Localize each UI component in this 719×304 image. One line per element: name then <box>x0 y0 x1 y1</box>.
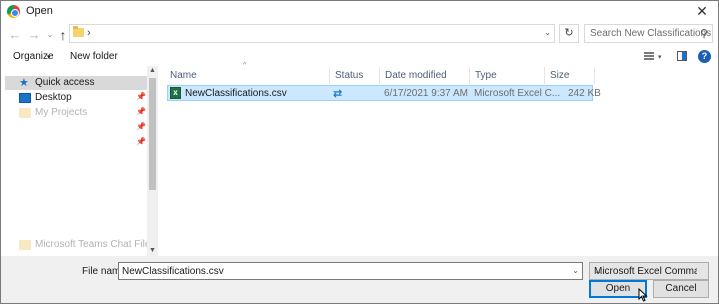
forward-arrow-icon[interactable]: → <box>26 27 42 43</box>
file-type-dropdown-chevron-icon[interactable]: ⌄ <box>594 266 697 277</box>
file-name-input[interactable] <box>119 263 559 279</box>
column-header-label: Date modified <box>385 70 447 81</box>
pin-icon[interactable]: 📌 <box>136 122 146 131</box>
size-cell: 242 KB <box>568 88 601 99</box>
change-view-icon[interactable] <box>644 52 654 60</box>
open-file-dialog: Open ✕ ← → ⌄ ↑ › ⌄ ↻ Search New Classifi… <box>0 0 719 304</box>
star-icon: ★ <box>19 77 29 89</box>
navigation-pane: ★ Quick access Desktop 📌 My Projects 📌 📌… <box>5 66 158 256</box>
view-options-arrow-icon[interactable]: ▾ <box>658 53 662 61</box>
window-title: Open <box>26 5 53 17</box>
column-header-date-modified[interactable]: Date modified <box>380 67 470 84</box>
column-header-label: Size <box>550 70 570 81</box>
close-button[interactable]: ✕ <box>692 2 712 20</box>
chrome-app-icon <box>7 5 20 18</box>
file-name-cell: NewClassifications.csv <box>185 88 287 99</box>
nav-item-label: Quick access <box>35 77 95 88</box>
search-icon: ⚲ <box>699 28 708 40</box>
sync-icon: ⇄ <box>333 88 343 100</box>
nav-pane-scrollbar[interactable]: ▲ ▼ <box>147 66 158 256</box>
scroll-up-arrow-icon[interactable]: ▲ <box>147 67 158 74</box>
nav-item-my-projects[interactable]: My Projects 📌 <box>5 106 147 120</box>
refresh-button[interactable]: ↻ <box>559 24 579 43</box>
folder-icon <box>19 108 31 118</box>
column-header-label: Name <box>170 70 197 81</box>
nav-item-label: My Projects <box>35 107 88 118</box>
folder-icon <box>73 26 84 37</box>
pin-icon[interactable]: 📌 <box>136 107 146 116</box>
back-arrow-icon[interactable]: ← <box>7 27 23 43</box>
nav-item-blank-2[interactable]: 📌 <box>5 136 147 150</box>
column-header-size[interactable]: Size <box>545 67 595 84</box>
breadcrumb-separator[interactable]: › <box>87 27 91 39</box>
help-icon[interactable]: ? <box>698 50 711 63</box>
column-header-status[interactable]: Status <box>330 67 380 84</box>
nav-item-label: Desktop <box>35 92 72 103</box>
nav-item-quick-access[interactable]: ★ Quick access <box>5 76 147 90</box>
file-name-field[interactable]: ⌄ <box>118 262 583 280</box>
preview-pane-icon[interactable] <box>677 51 687 61</box>
file-row[interactable]: x NewClassifications.csv ⇄ 6/17/2021 9:3… <box>167 85 601 101</box>
nav-item-teams-chat-files[interactable]: Microsoft Teams Chat Files <box>5 238 155 252</box>
date-modified-cell: 6/17/2021 9:37 AM <box>384 88 468 99</box>
nav-item-blank-1[interactable]: 📌 <box>5 121 147 135</box>
file-name-dropdown-chevron-icon[interactable]: ⌄ <box>572 266 579 275</box>
cancel-button[interactable]: Cancel <box>653 280 709 298</box>
nav-item-label: Microsoft Teams Chat Files <box>35 239 156 250</box>
column-header-label: Status <box>335 70 364 81</box>
nav-item-desktop[interactable]: Desktop 📌 <box>5 91 147 105</box>
type-cell: Microsoft Excel C... <box>474 88 561 99</box>
column-header-name[interactable]: Name <box>165 67 330 84</box>
scroll-down-arrow-icon[interactable]: ▼ <box>147 247 158 254</box>
dialog-footer: File name: ⌄ Microsoft Excel Comma Separ… <box>1 256 718 303</box>
new-folder-button[interactable]: New folder <box>70 51 118 62</box>
address-bar[interactable]: › ⌄ <box>69 24 555 43</box>
folder-icon <box>19 240 31 250</box>
mouse-cursor-icon <box>638 288 648 302</box>
search-placeholder: Search New Classifications <box>590 28 712 39</box>
file-type-select[interactable]: Microsoft Excel Comma Separa ⌄ <box>589 262 709 280</box>
pin-icon[interactable]: 📌 <box>136 92 146 101</box>
organize-dropdown-arrow-icon[interactable]: ▾ <box>47 53 51 61</box>
excel-csv-file-icon: x <box>170 87 181 99</box>
column-header-type[interactable]: Type <box>470 67 545 84</box>
address-dropdown-chevron-icon[interactable]: ⌄ <box>544 28 551 37</box>
scrollbar-thumb[interactable] <box>149 78 156 190</box>
desktop-icon <box>19 93 31 103</box>
title-bar: Open ✕ <box>1 1 718 23</box>
command-toolbar: Organize ▾ New folder ▾ ? <box>1 47 718 66</box>
search-input[interactable]: Search New Classifications ⚲ <box>584 24 713 43</box>
pin-icon[interactable]: 📌 <box>136 137 146 146</box>
column-header-label: Type <box>475 70 497 81</box>
